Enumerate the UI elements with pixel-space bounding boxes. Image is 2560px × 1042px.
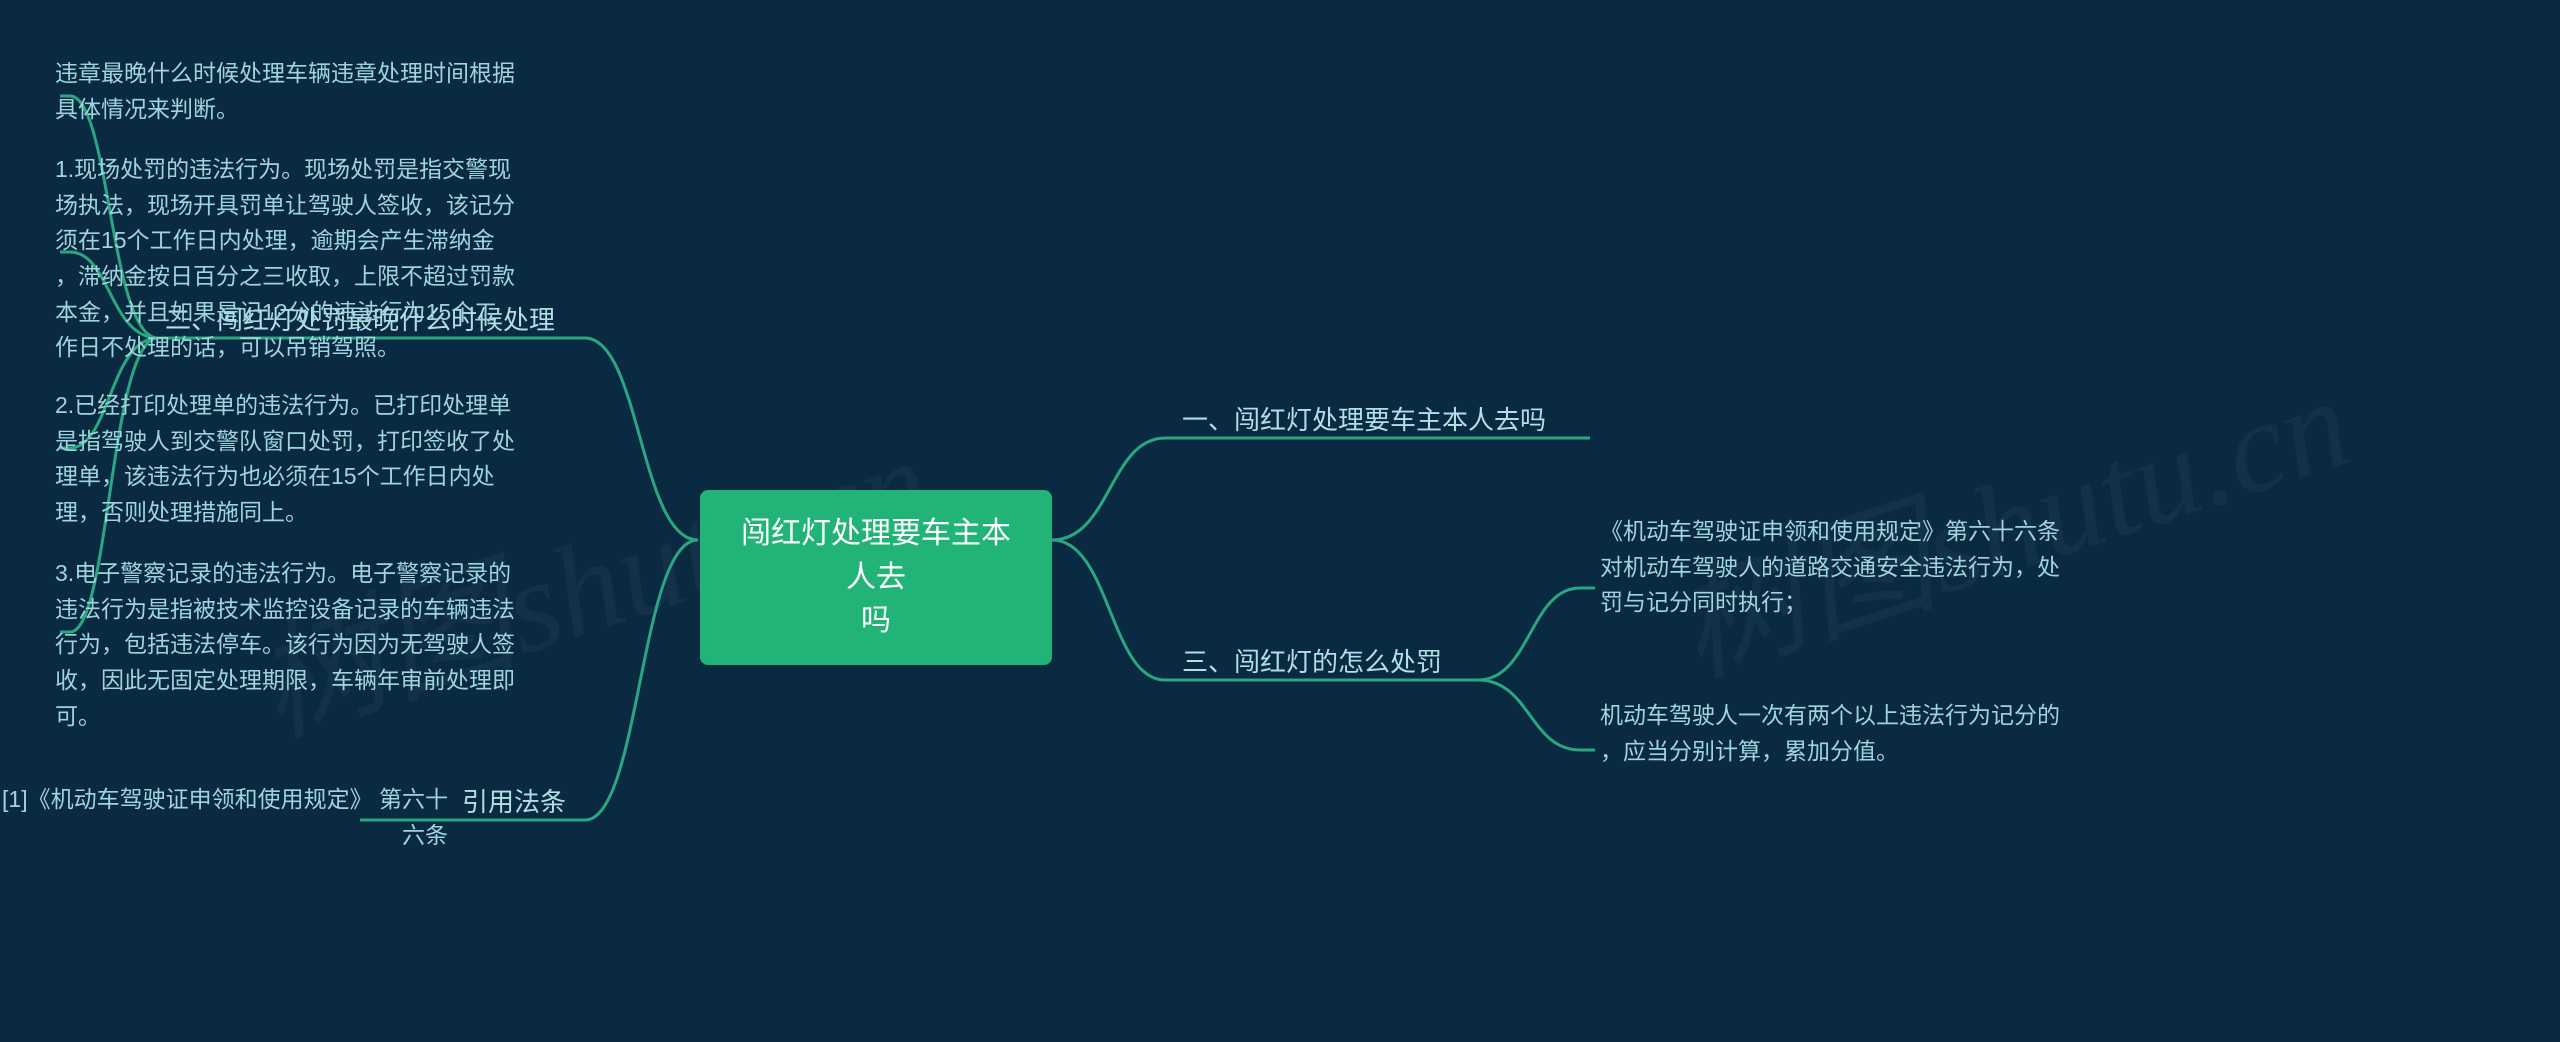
branch-4[interactable]: 引用法条 (462, 782, 566, 824)
branch-2-leaf-4[interactable]: 3.电子警察记录的违法行为。电子警察记录的违法行为是指被技术监控设备记录的车辆违… (55, 556, 545, 734)
branch-3-leaf-2[interactable]: 机动车驾驶人一次有两个以上违法行为记分的，应当分别计算，累加分值。 (1600, 698, 2120, 769)
root-label: 闯红灯处理要车主本人去吗 (741, 517, 1011, 637)
branch-2-leaf-3[interactable]: 2.已经打印处理单的违法行为。已打印处理单是指驾驶人到交警队窗口处罚，打印签收了… (55, 388, 545, 531)
branch-1[interactable]: 一、闯红灯处理要车主本人去吗 (1182, 400, 1546, 442)
root-node[interactable]: 闯红灯处理要车主本人去吗 (700, 490, 1052, 665)
branch-2-leaf-1[interactable]: 违章最晚什么时候处理车辆违章处理时间根据具体情况来判断。 (55, 56, 545, 127)
branch-3[interactable]: 三、闯红灯的怎么处罚 (1182, 642, 1442, 684)
branch-2-leaf-2[interactable]: 1.现场处罚的违法行为。现场处罚是指交警现场执法，现场开具罚单让驾驶人签收，该记… (55, 152, 545, 366)
mindmap-canvas: 树图shutu.cn 树图shutu.cn 闯红灯处理要车主 (0, 0, 2560, 1042)
branch-4-leaf[interactable]: [1]《机动车驾驶证申领和使用规定》 第六十六条 (0, 782, 448, 853)
branch-3-leaf-1[interactable]: 《机动车驾驶证申领和使用规定》第六十六条对机动车驾驶人的道路交通安全违法行为，处… (1600, 514, 2120, 621)
